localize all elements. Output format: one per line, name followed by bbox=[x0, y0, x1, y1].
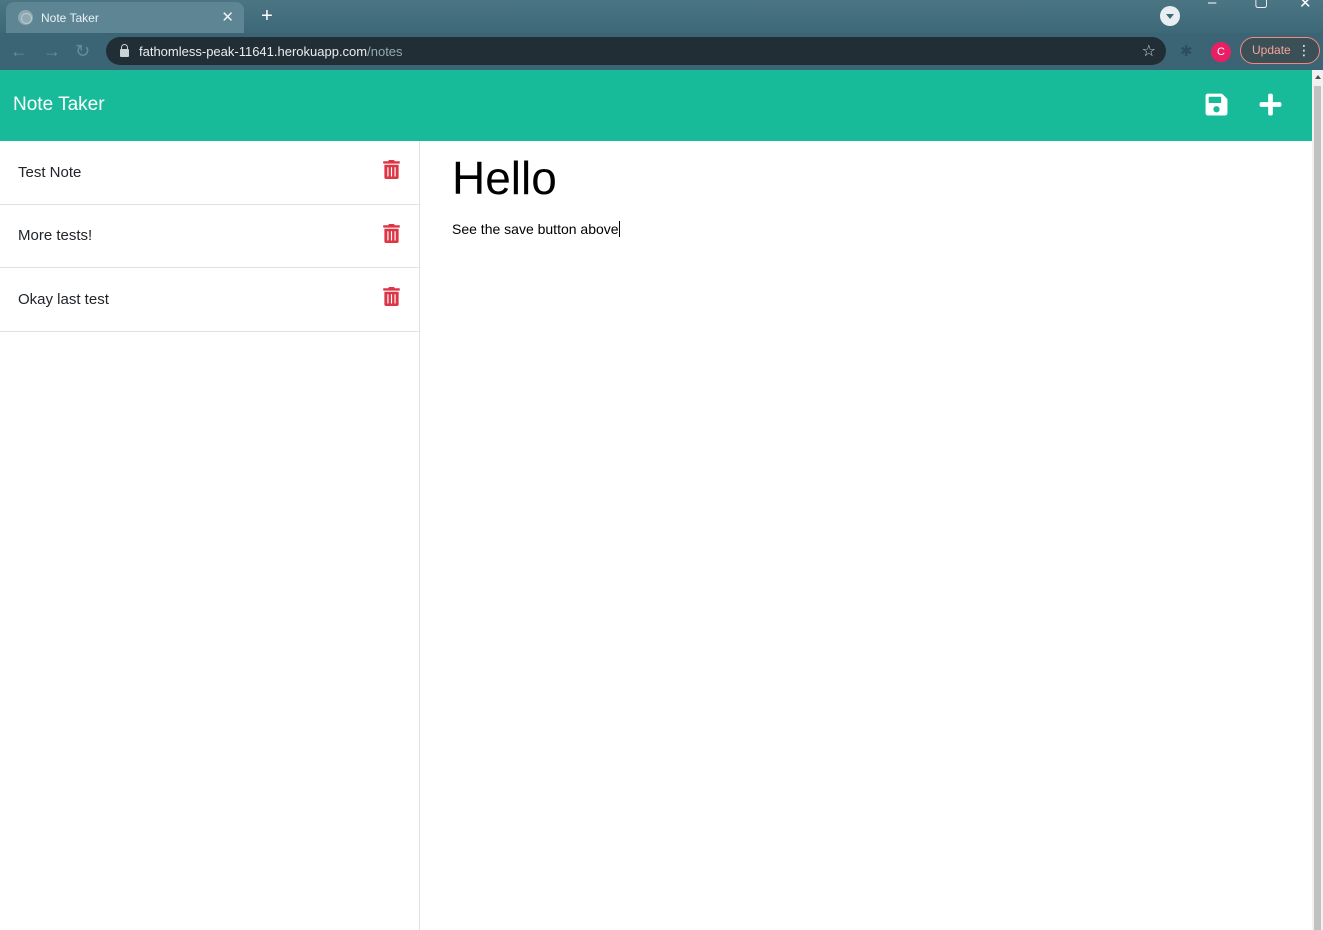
tab-close-icon[interactable]: ✕ bbox=[221, 10, 234, 25]
reload-icon[interactable]: ↻ bbox=[75, 41, 90, 62]
note-text-area[interactable]: See the save button above bbox=[452, 221, 620, 237]
minimize-icon[interactable]: – bbox=[1208, 0, 1216, 11]
app-brand[interactable]: Note Taker bbox=[13, 94, 105, 116]
update-label: Update bbox=[1252, 43, 1291, 57]
browser-tab-strip: Note Taker ✕ + – ▢ ✕ bbox=[0, 0, 1323, 33]
trash-icon[interactable] bbox=[383, 287, 400, 306]
url-path: /notes bbox=[367, 43, 403, 59]
bookmark-star-icon[interactable]: ☆ bbox=[1142, 41, 1156, 61]
maximize-icon[interactable]: ▢ bbox=[1254, 0, 1268, 10]
list-item[interactable]: More tests! bbox=[0, 205, 419, 268]
update-button[interactable]: Update ⋮ bbox=[1240, 37, 1320, 64]
new-tab-button[interactable]: + bbox=[254, 5, 280, 27]
note-title: Okay last test bbox=[18, 290, 109, 308]
more-menu-icon[interactable]: ⋮ bbox=[1297, 38, 1311, 63]
profile-avatar[interactable]: C bbox=[1211, 42, 1231, 62]
window-close-icon[interactable]: ✕ bbox=[1299, 0, 1312, 12]
trash-icon[interactable] bbox=[383, 160, 400, 179]
tab-search-icon[interactable] bbox=[1160, 6, 1180, 26]
save-icon[interactable] bbox=[1204, 92, 1229, 117]
browser-tab[interactable]: Note Taker ✕ bbox=[6, 2, 244, 33]
list-item[interactable]: Test Note bbox=[0, 141, 419, 205]
note-title: Test Note bbox=[18, 163, 82, 181]
scrollbar[interactable] bbox=[1312, 70, 1323, 930]
app-navbar: Note Taker bbox=[0, 70, 1312, 141]
back-icon[interactable]: ← bbox=[10, 41, 28, 62]
scrollbar-thumb[interactable] bbox=[1314, 86, 1321, 930]
extensions-icon[interactable]: ✱ bbox=[1180, 42, 1193, 60]
list-item[interactable]: Okay last test bbox=[0, 268, 419, 332]
notes-list: Test Note More tests! Okay last test bbox=[0, 141, 420, 930]
plus-icon[interactable] bbox=[1258, 92, 1283, 117]
note-title-input[interactable]: Hello bbox=[452, 151, 557, 205]
note-text: See the save button above bbox=[452, 221, 619, 237]
globe-icon bbox=[18, 10, 33, 25]
address-bar[interactable]: fathomless-peak-11641.herokuapp.com/note… bbox=[106, 37, 1166, 65]
page: Note Taker Test Note More tests! Okay la… bbox=[0, 70, 1312, 930]
text-caret bbox=[618, 221, 620, 237]
tab-title: Note Taker bbox=[41, 10, 99, 25]
trash-icon[interactable] bbox=[383, 223, 400, 243]
forward-icon[interactable]: → bbox=[43, 41, 61, 62]
lock-icon bbox=[120, 44, 129, 57]
scroll-up-icon[interactable] bbox=[1315, 75, 1321, 79]
browser-toolbar: ← → ↻ fathomless-peak-11641.herokuapp.co… bbox=[0, 33, 1323, 70]
note-editor: Hello See the save button above bbox=[420, 141, 1312, 930]
url-host: fathomless-peak-11641.herokuapp.com bbox=[139, 43, 368, 59]
note-title: More tests! bbox=[18, 227, 93, 245]
